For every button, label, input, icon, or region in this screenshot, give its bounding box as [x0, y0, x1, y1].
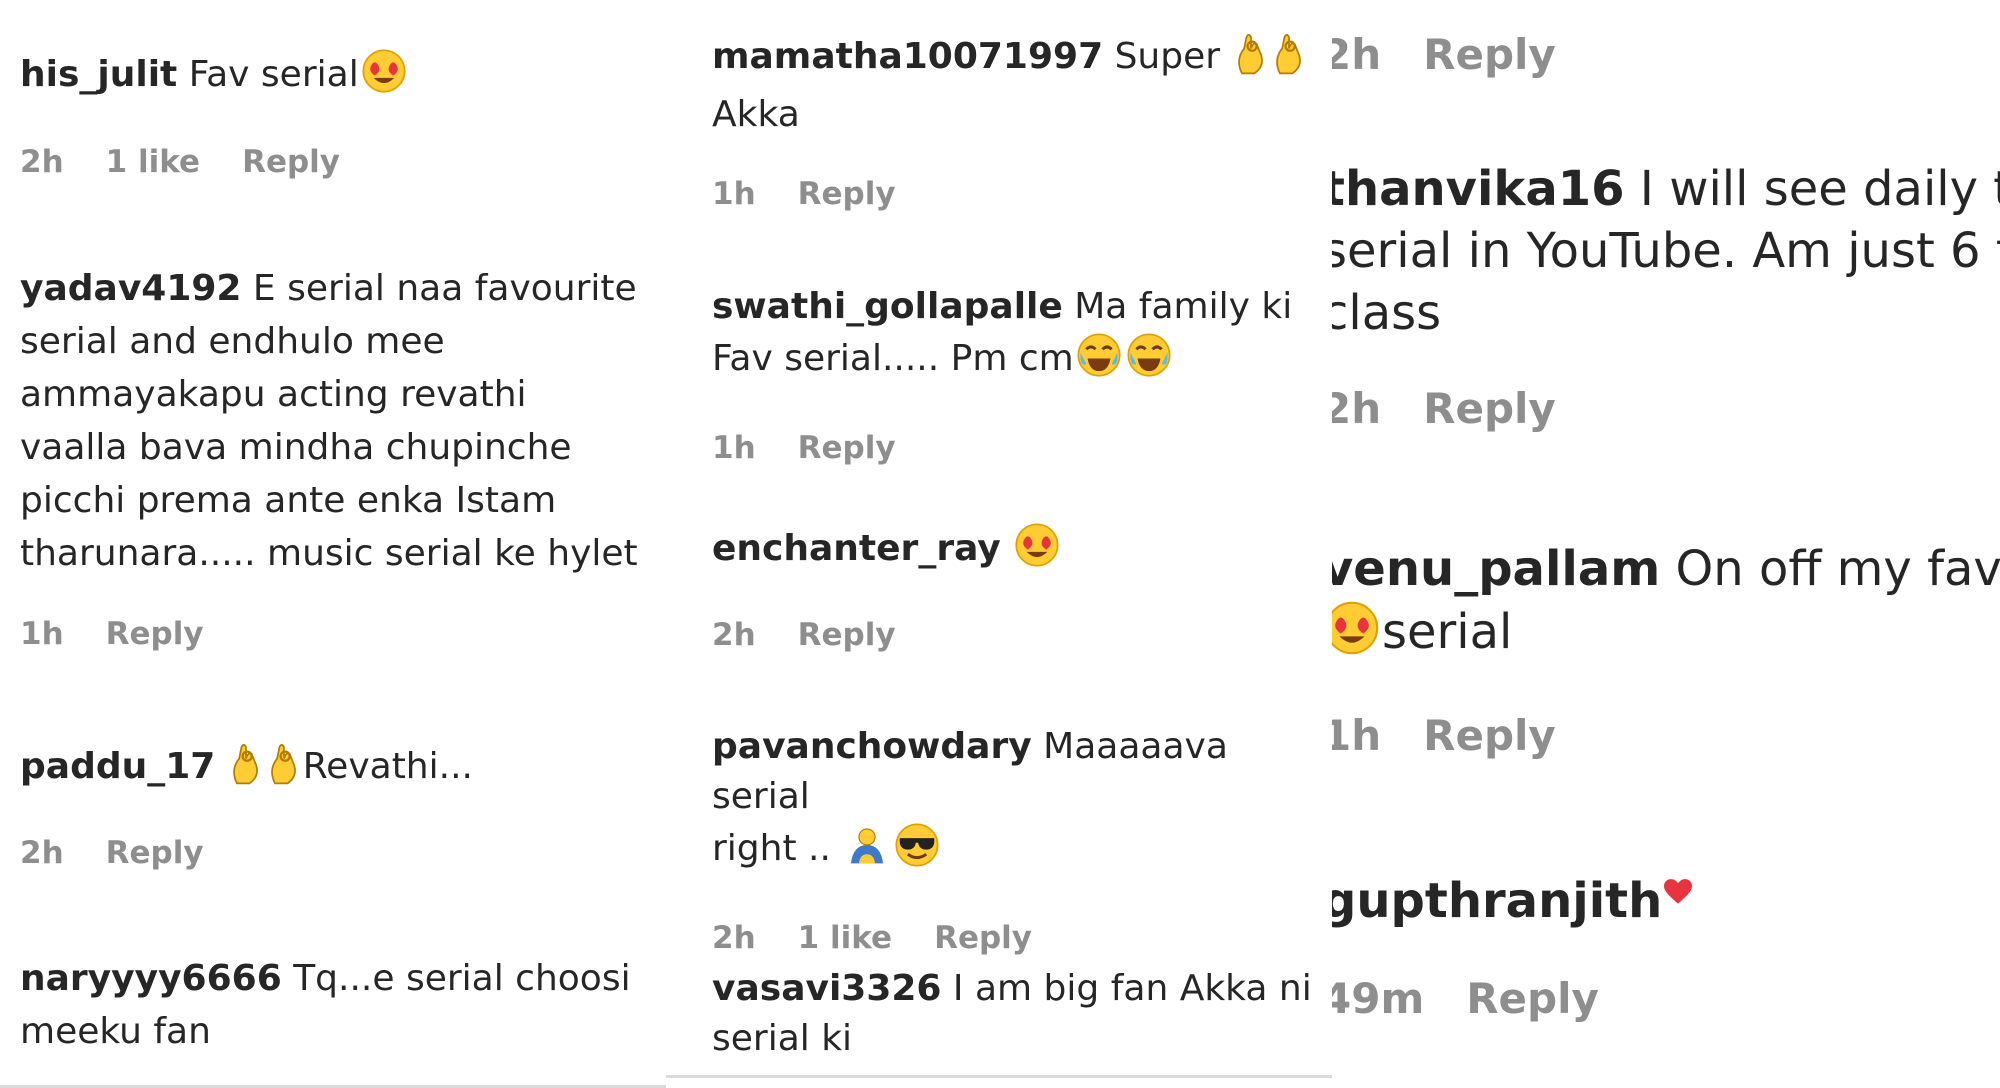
comment-time: 2h	[712, 617, 756, 653]
reply-button[interactable]: Reply	[934, 920, 1032, 956]
comment-item: gupthranjith 49m Reply	[1332, 858, 2000, 1023]
heart-icon	[1664, 858, 1693, 920]
comment-item: mamatha10071997 Super Akka 1h Reply	[712, 30, 1322, 212]
reply-button[interactable]: Reply	[798, 430, 896, 466]
comment-username[interactable]: naryyyy6666	[20, 958, 282, 999]
comment-username[interactable]: thanvika16	[1332, 161, 1625, 217]
comment-likes[interactable]: 1 like	[798, 920, 892, 956]
person-bowing-icon	[844, 822, 890, 882]
comment-text: Fav serial	[177, 54, 359, 95]
reply-button[interactable]: Reply	[106, 616, 204, 652]
sunglasses-emoji-icon	[894, 822, 940, 882]
joy-emoji-icon	[1076, 332, 1122, 392]
comment-time: 1h	[712, 430, 756, 466]
reply-button[interactable]: Reply	[106, 835, 204, 871]
heart-eyes-emoji-icon	[1014, 522, 1060, 583]
reply-button[interactable]: Reply	[798, 176, 896, 212]
joy-emoji-icon	[1126, 332, 1172, 392]
comment-time: 2h	[712, 920, 756, 956]
comment-username[interactable]: swathi_gollapalle	[712, 286, 1063, 327]
comment-time: 2h	[1332, 30, 1382, 79]
comment-time: 49m	[1332, 974, 1425, 1023]
comment-time: 1h	[1332, 711, 1382, 760]
comment-time: 2h	[20, 835, 64, 871]
comment-text: On off my fave	[1675, 541, 2000, 597]
comment-text-continued: serial	[1382, 604, 1513, 660]
comment-time: 2h	[20, 144, 64, 180]
reply-button[interactable]: Reply	[1466, 974, 1599, 1023]
reply-button[interactable]: Reply	[1423, 711, 1556, 760]
comment-username[interactable]: vasavi3326	[712, 968, 941, 1009]
comment-item: enchanter_ray 2h Reply	[712, 522, 1322, 653]
comment-time: 1h	[20, 616, 64, 652]
comments-panel-right: 2h Reply thanvika16 I will see daily this…	[1332, 0, 2000, 1088]
comment-item: swathi_gollapalle Ma family ki Fav seria…	[712, 282, 1322, 466]
comment-item: vasavi3326 I am big fan Akka ni serial k…	[712, 964, 1322, 1064]
ok-hand-icon	[1272, 30, 1306, 90]
comment-username[interactable]: his_julit	[20, 54, 177, 95]
comment-item: yadav4192 E serial naa favourite serial …	[20, 262, 660, 652]
comment-item: pavanchowdary Maaaaava serial right .. 2…	[712, 722, 1322, 956]
comments-panel-middle: mamatha10071997 Super Akka 1h Reply swath…	[666, 0, 1332, 1088]
comment-time: 1h	[712, 176, 756, 212]
heart-eyes-emoji-icon	[361, 48, 407, 109]
divider	[666, 1075, 1332, 1078]
comment-text	[1001, 528, 1012, 569]
comment-item: his_julit Fav serial 2h 1 like Reply	[20, 48, 660, 180]
comment-time: 2h	[1332, 384, 1382, 433]
comment-text-continued: Akka	[712, 94, 800, 135]
comment-username[interactable]: mamatha10071997	[712, 36, 1103, 77]
reply-button[interactable]: Reply	[1423, 384, 1556, 433]
comment-username[interactable]: paddu_17	[20, 746, 215, 787]
reply-button[interactable]: Reply	[1423, 30, 1556, 79]
ok-hand-icon	[267, 740, 301, 801]
comment-username[interactable]: gupthranjith	[1332, 873, 1662, 929]
reply-button[interactable]: Reply	[242, 144, 340, 180]
heart-eyes-emoji-icon	[1332, 600, 1380, 671]
comment-likes[interactable]: 1 like	[106, 144, 200, 180]
ok-hand-icon	[1234, 30, 1268, 90]
comment-text: E serial naa favourite serial and endhul…	[20, 268, 638, 574]
ok-hand-icon	[229, 740, 263, 801]
comment-text: Revathi...	[302, 746, 473, 787]
reply-button[interactable]: Reply	[798, 617, 896, 653]
comment-item: paddu_17 Revathi... 2h Reply	[20, 740, 660, 871]
comment-username[interactable]: enchanter_ray	[712, 528, 1001, 569]
comments-panel-left: his_julit Fav serial 2h 1 like Reply yadav…	[0, 0, 666, 1088]
comment-meta-row: 2h Reply	[1332, 30, 2000, 79]
comment-username[interactable]: venu_pallam	[1332, 541, 1660, 597]
comment-item: thanvika16 I will see daily this serial …	[1332, 158, 2000, 433]
comment-item: naryyyy6666 Tq...e serial choosi meeku f…	[20, 952, 660, 1058]
comment-text: Super	[1103, 36, 1232, 77]
comment-item: venu_pallam On off my fave serial 1h Repl…	[1332, 538, 2000, 760]
comment-username[interactable]: pavanchowdary	[712, 726, 1032, 767]
comment-username[interactable]: yadav4192	[20, 268, 241, 309]
